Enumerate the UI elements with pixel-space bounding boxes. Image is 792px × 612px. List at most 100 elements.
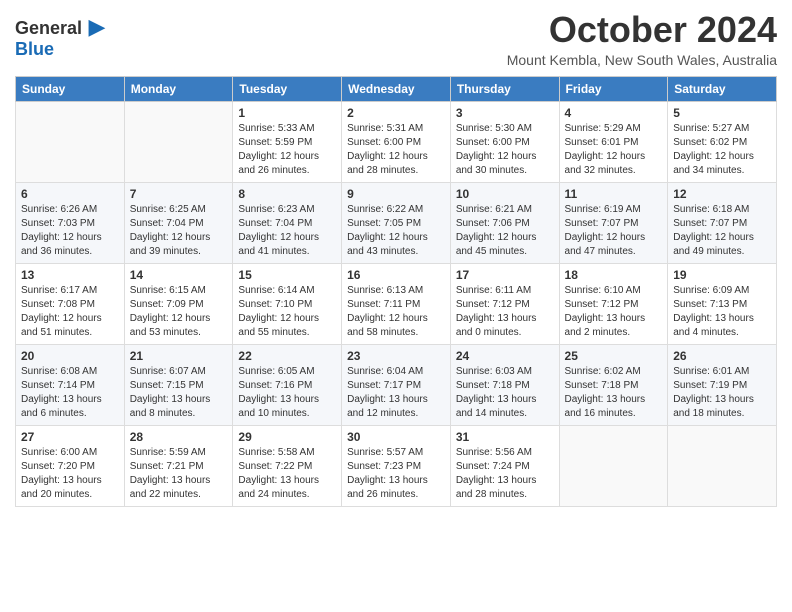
table-row: 17 Sunrise: 6:11 AMSunset: 7:12 PMDaylig… bbox=[450, 263, 559, 344]
calendar-location: Mount Kembla, New South Wales, Australia bbox=[507, 52, 777, 68]
table-row bbox=[668, 425, 777, 506]
day-number: 10 bbox=[456, 187, 554, 201]
day-number: 1 bbox=[238, 106, 336, 120]
header-thursday: Thursday bbox=[450, 76, 559, 101]
table-row: 30 Sunrise: 5:57 AMSunset: 7:23 PMDaylig… bbox=[342, 425, 451, 506]
table-row: 1 Sunrise: 5:33 AMSunset: 5:59 PMDayligh… bbox=[233, 101, 342, 182]
day-number: 30 bbox=[347, 430, 445, 444]
day-number: 13 bbox=[21, 268, 119, 282]
header-monday: Monday bbox=[124, 76, 233, 101]
day-number: 18 bbox=[565, 268, 663, 282]
day-info: Sunrise: 6:17 AMSunset: 7:08 PMDaylight:… bbox=[21, 284, 119, 340]
calendar-week-row: 13 Sunrise: 6:17 AMSunset: 7:08 PMDaylig… bbox=[16, 263, 777, 344]
day-number: 27 bbox=[21, 430, 119, 444]
day-info: Sunrise: 6:01 AMSunset: 7:19 PMDaylight:… bbox=[673, 365, 771, 421]
table-row: 11 Sunrise: 6:19 AMSunset: 7:07 PMDaylig… bbox=[559, 182, 668, 263]
day-number: 9 bbox=[347, 187, 445, 201]
day-number: 6 bbox=[21, 187, 119, 201]
table-row: 22 Sunrise: 6:05 AMSunset: 7:16 PMDaylig… bbox=[233, 344, 342, 425]
day-info: Sunrise: 6:22 AMSunset: 7:05 PMDaylight:… bbox=[347, 203, 445, 259]
table-row: 10 Sunrise: 6:21 AMSunset: 7:06 PMDaylig… bbox=[450, 182, 559, 263]
day-number: 12 bbox=[673, 187, 771, 201]
day-number: 20 bbox=[21, 349, 119, 363]
table-row: 5 Sunrise: 5:27 AMSunset: 6:02 PMDayligh… bbox=[668, 101, 777, 182]
day-info: Sunrise: 6:09 AMSunset: 7:13 PMDaylight:… bbox=[673, 284, 771, 340]
day-info: Sunrise: 6:04 AMSunset: 7:17 PMDaylight:… bbox=[347, 365, 445, 421]
logo-bird-icon: ▶ bbox=[89, 14, 106, 39]
day-info: Sunrise: 6:03 AMSunset: 7:18 PMDaylight:… bbox=[456, 365, 554, 421]
day-info: Sunrise: 5:33 AMSunset: 5:59 PMDaylight:… bbox=[238, 122, 336, 178]
day-number: 15 bbox=[238, 268, 336, 282]
day-info: Sunrise: 6:18 AMSunset: 7:07 PMDaylight:… bbox=[673, 203, 771, 259]
day-number: 14 bbox=[130, 268, 228, 282]
calendar-title: October 2024 bbox=[507, 10, 777, 50]
day-number: 7 bbox=[130, 187, 228, 201]
header-sunday: Sunday bbox=[16, 76, 125, 101]
day-number: 5 bbox=[673, 106, 771, 120]
logo-general-text: General bbox=[15, 18, 82, 38]
day-number: 22 bbox=[238, 349, 336, 363]
table-row: 15 Sunrise: 6:14 AMSunset: 7:10 PMDaylig… bbox=[233, 263, 342, 344]
header-tuesday: Tuesday bbox=[233, 76, 342, 101]
day-info: Sunrise: 6:00 AMSunset: 7:20 PMDaylight:… bbox=[21, 446, 119, 502]
day-info: Sunrise: 5:29 AMSunset: 6:01 PMDaylight:… bbox=[565, 122, 663, 178]
table-row: 2 Sunrise: 5:31 AMSunset: 6:00 PMDayligh… bbox=[342, 101, 451, 182]
day-info: Sunrise: 5:58 AMSunset: 7:22 PMDaylight:… bbox=[238, 446, 336, 502]
day-info: Sunrise: 6:25 AMSunset: 7:04 PMDaylight:… bbox=[130, 203, 228, 259]
day-number: 4 bbox=[565, 106, 663, 120]
day-info: Sunrise: 6:11 AMSunset: 7:12 PMDaylight:… bbox=[456, 284, 554, 340]
table-row: 16 Sunrise: 6:13 AMSunset: 7:11 PMDaylig… bbox=[342, 263, 451, 344]
day-number: 23 bbox=[347, 349, 445, 363]
day-number: 3 bbox=[456, 106, 554, 120]
table-row: 6 Sunrise: 6:26 AMSunset: 7:03 PMDayligh… bbox=[16, 182, 125, 263]
day-number: 24 bbox=[456, 349, 554, 363]
header-saturday: Saturday bbox=[668, 76, 777, 101]
table-row: 29 Sunrise: 5:58 AMSunset: 7:22 PMDaylig… bbox=[233, 425, 342, 506]
day-info: Sunrise: 6:21 AMSunset: 7:06 PMDaylight:… bbox=[456, 203, 554, 259]
day-number: 25 bbox=[565, 349, 663, 363]
table-row: 7 Sunrise: 6:25 AMSunset: 7:04 PMDayligh… bbox=[124, 182, 233, 263]
day-info: Sunrise: 6:10 AMSunset: 7:12 PMDaylight:… bbox=[565, 284, 663, 340]
day-number: 2 bbox=[347, 106, 445, 120]
table-row: 25 Sunrise: 6:02 AMSunset: 7:18 PMDaylig… bbox=[559, 344, 668, 425]
day-info: Sunrise: 6:13 AMSunset: 7:11 PMDaylight:… bbox=[347, 284, 445, 340]
day-number: 17 bbox=[456, 268, 554, 282]
table-row: 4 Sunrise: 5:29 AMSunset: 6:01 PMDayligh… bbox=[559, 101, 668, 182]
day-number: 28 bbox=[130, 430, 228, 444]
day-number: 26 bbox=[673, 349, 771, 363]
calendar-week-row: 20 Sunrise: 6:08 AMSunset: 7:14 PMDaylig… bbox=[16, 344, 777, 425]
day-info: Sunrise: 6:26 AMSunset: 7:03 PMDaylight:… bbox=[21, 203, 119, 259]
table-row bbox=[559, 425, 668, 506]
day-info: Sunrise: 5:59 AMSunset: 7:21 PMDaylight:… bbox=[130, 446, 228, 502]
table-row: 19 Sunrise: 6:09 AMSunset: 7:13 PMDaylig… bbox=[668, 263, 777, 344]
calendar-table: Sunday Monday Tuesday Wednesday Thursday… bbox=[15, 76, 777, 507]
title-block: October 2024 Mount Kembla, New South Wal… bbox=[507, 10, 777, 68]
day-info: Sunrise: 6:02 AMSunset: 7:18 PMDaylight:… bbox=[565, 365, 663, 421]
table-row: 28 Sunrise: 5:59 AMSunset: 7:21 PMDaylig… bbox=[124, 425, 233, 506]
table-row bbox=[16, 101, 125, 182]
day-info: Sunrise: 6:08 AMSunset: 7:14 PMDaylight:… bbox=[21, 365, 119, 421]
table-row: 14 Sunrise: 6:15 AMSunset: 7:09 PMDaylig… bbox=[124, 263, 233, 344]
header-friday: Friday bbox=[559, 76, 668, 101]
day-info: Sunrise: 5:30 AMSunset: 6:00 PMDaylight:… bbox=[456, 122, 554, 178]
table-row: 13 Sunrise: 6:17 AMSunset: 7:08 PMDaylig… bbox=[16, 263, 125, 344]
table-row: 12 Sunrise: 6:18 AMSunset: 7:07 PMDaylig… bbox=[668, 182, 777, 263]
header-wednesday: Wednesday bbox=[342, 76, 451, 101]
table-row: 21 Sunrise: 6:07 AMSunset: 7:15 PMDaylig… bbox=[124, 344, 233, 425]
day-info: Sunrise: 6:14 AMSunset: 7:10 PMDaylight:… bbox=[238, 284, 336, 340]
day-info: Sunrise: 5:57 AMSunset: 7:23 PMDaylight:… bbox=[347, 446, 445, 502]
weekday-header-row: Sunday Monday Tuesday Wednesday Thursday… bbox=[16, 76, 777, 101]
table-row: 8 Sunrise: 6:23 AMSunset: 7:04 PMDayligh… bbox=[233, 182, 342, 263]
table-row: 9 Sunrise: 6:22 AMSunset: 7:05 PMDayligh… bbox=[342, 182, 451, 263]
logo: General ▶ Blue bbox=[15, 14, 105, 58]
page-header: General ▶ Blue October 2024 Mount Kembla… bbox=[15, 10, 777, 68]
day-number: 11 bbox=[565, 187, 663, 201]
day-info: Sunrise: 6:05 AMSunset: 7:16 PMDaylight:… bbox=[238, 365, 336, 421]
day-number: 31 bbox=[456, 430, 554, 444]
table-row: 31 Sunrise: 5:56 AMSunset: 7:24 PMDaylig… bbox=[450, 425, 559, 506]
logo-blue-text: Blue bbox=[15, 40, 54, 58]
table-row: 27 Sunrise: 6:00 AMSunset: 7:20 PMDaylig… bbox=[16, 425, 125, 506]
calendar-week-row: 27 Sunrise: 6:00 AMSunset: 7:20 PMDaylig… bbox=[16, 425, 777, 506]
day-info: Sunrise: 6:23 AMSunset: 7:04 PMDaylight:… bbox=[238, 203, 336, 259]
table-row: 20 Sunrise: 6:08 AMSunset: 7:14 PMDaylig… bbox=[16, 344, 125, 425]
